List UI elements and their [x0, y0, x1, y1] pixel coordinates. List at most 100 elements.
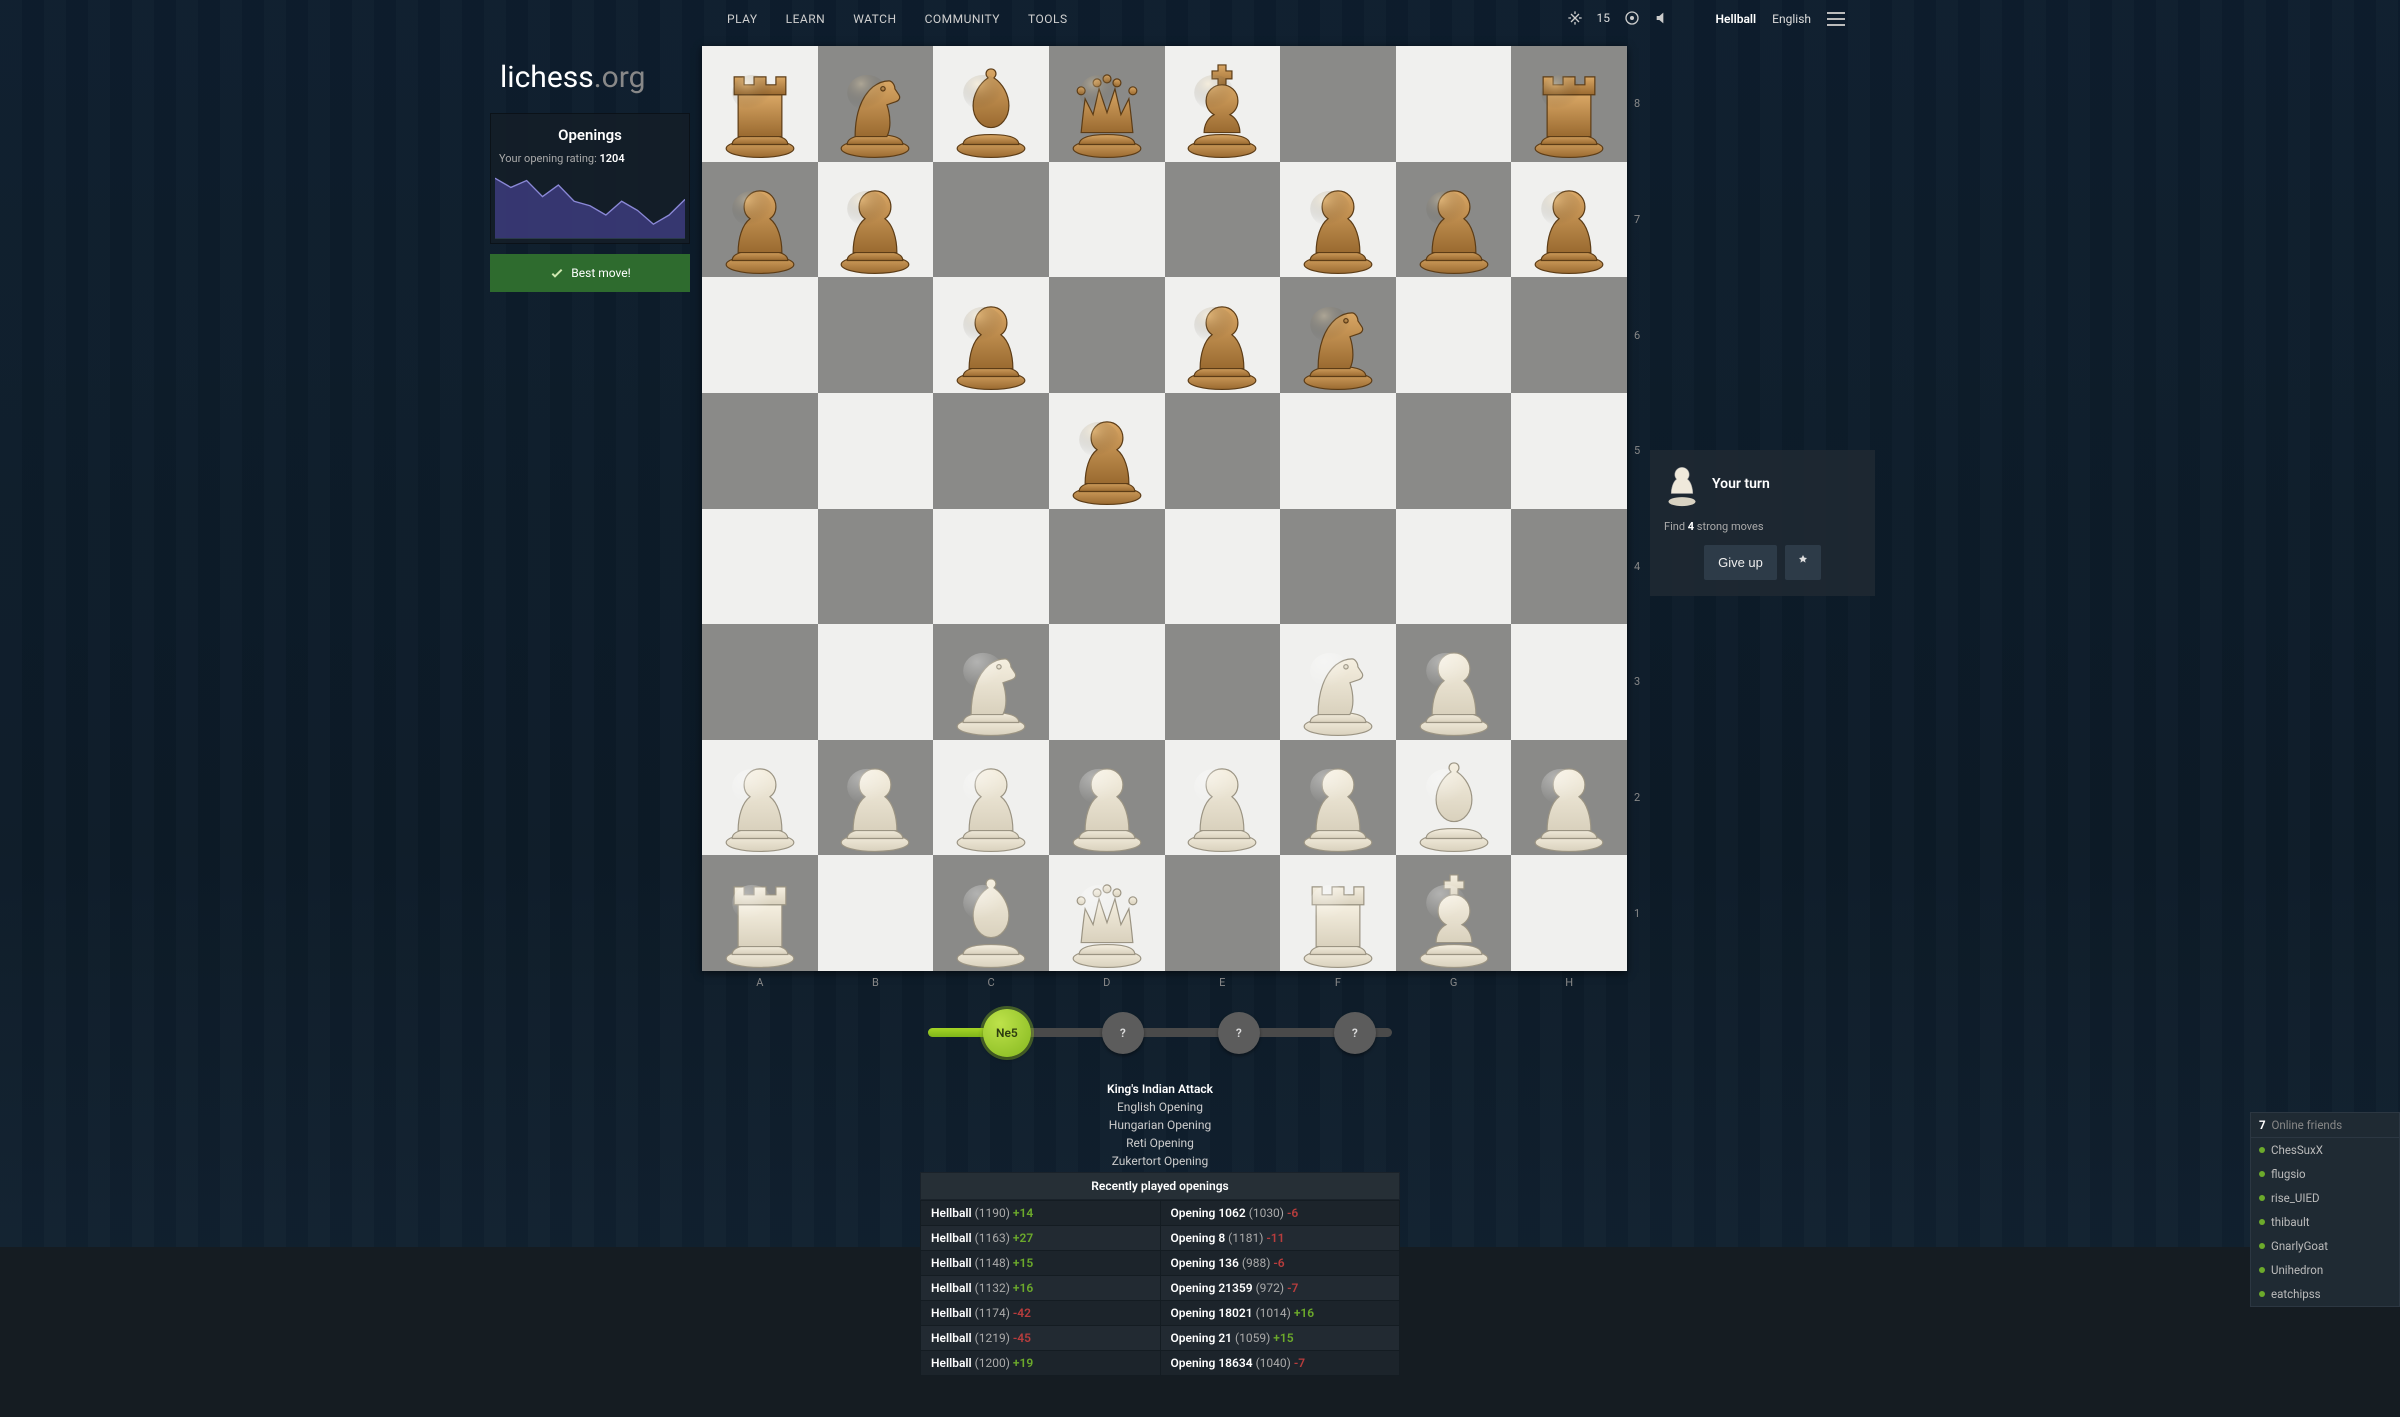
square-e4[interactable] [1165, 509, 1281, 625]
square-a4[interactable] [702, 509, 818, 625]
sound-icon[interactable] [1654, 10, 1670, 26]
square-d3[interactable] [1049, 624, 1165, 740]
piece-black-p[interactable] [941, 270, 1040, 386]
square-h6[interactable] [1511, 277, 1627, 393]
square-f7[interactable] [1280, 162, 1396, 278]
piece-white-b[interactable] [941, 848, 1040, 964]
square-h7[interactable] [1511, 162, 1627, 278]
square-d7[interactable] [1049, 162, 1165, 278]
square-a3[interactable] [702, 624, 818, 740]
square-b6[interactable] [818, 277, 934, 393]
friend-item[interactable]: rise_UIED [2251, 1186, 2399, 1210]
square-a6[interactable] [702, 277, 818, 393]
nav-community[interactable]: COMMUNITY [925, 12, 1000, 26]
square-d5[interactable] [1049, 393, 1165, 509]
piece-black-p[interactable] [1288, 155, 1387, 271]
square-b3[interactable] [818, 624, 934, 740]
piece-white-p[interactable] [1057, 733, 1156, 849]
square-h4[interactable] [1511, 509, 1627, 625]
piece-white-r[interactable] [710, 848, 809, 964]
friend-item[interactable]: flugsio [2251, 1162, 2399, 1186]
piece-black-p[interactable] [826, 155, 925, 271]
friends-header[interactable]: 7 Online friends [2251, 1113, 2399, 1138]
nav-play[interactable]: PLAY [727, 12, 758, 26]
progress-node-1[interactable]: Ne5 [983, 1009, 1031, 1057]
notifications-icon[interactable] [1624, 10, 1640, 26]
square-e3[interactable] [1165, 624, 1281, 740]
piece-black-p[interactable] [1519, 155, 1618, 271]
nav-learn[interactable]: LEARN [786, 12, 826, 26]
piece-white-n[interactable] [1288, 617, 1387, 733]
piece-white-p[interactable] [1288, 733, 1387, 849]
piece-white-p[interactable] [1173, 733, 1272, 849]
square-d4[interactable] [1049, 509, 1165, 625]
opening-name[interactable]: Reti Opening [920, 1134, 1400, 1152]
piece-white-p[interactable] [941, 733, 1040, 849]
square-d6[interactable] [1049, 277, 1165, 393]
username-link[interactable]: Hellball [1716, 12, 1757, 26]
recent-row[interactable]: Hellball (1200) +19Opening 18634 (1040) … [921, 1351, 1400, 1376]
square-f6[interactable] [1280, 277, 1396, 393]
piece-black-b[interactable] [941, 39, 1040, 155]
square-d2[interactable] [1049, 740, 1165, 856]
piece-white-p[interactable] [710, 733, 809, 849]
recent-row[interactable]: Hellball (1163) +27Opening 8 (1181) -11 [921, 1226, 1400, 1251]
square-b5[interactable] [818, 393, 934, 509]
piece-white-b[interactable] [1404, 733, 1503, 849]
piece-black-p[interactable] [1173, 270, 1272, 386]
square-a1[interactable] [702, 855, 818, 971]
square-h8[interactable] [1511, 46, 1627, 162]
friend-item[interactable]: eatchipss [2251, 1282, 2399, 1306]
square-h1[interactable] [1511, 855, 1627, 971]
square-c5[interactable] [933, 393, 1049, 509]
friends-panel[interactable]: 7 Online friends ChesSuxXflugsiorise_UIE… [2250, 1112, 2400, 1307]
piece-black-k[interactable] [1173, 39, 1272, 155]
progress-node-4[interactable]: ? [1334, 1012, 1376, 1054]
square-c6[interactable] [933, 277, 1049, 393]
square-b7[interactable] [818, 162, 934, 278]
square-h5[interactable] [1511, 393, 1627, 509]
piece-white-q[interactable] [1057, 848, 1156, 964]
square-f1[interactable] [1280, 855, 1396, 971]
square-f4[interactable] [1280, 509, 1396, 625]
piece-black-r[interactable] [710, 39, 809, 155]
recent-row[interactable]: Hellball (1132) +16Opening 21359 (972) -… [921, 1276, 1400, 1301]
square-g3[interactable] [1396, 624, 1512, 740]
square-c4[interactable] [933, 509, 1049, 625]
friend-item[interactable]: ChesSuxX [2251, 1138, 2399, 1162]
opening-name[interactable]: Hungarian Opening [920, 1116, 1400, 1134]
friend-item[interactable]: thibault [2251, 1210, 2399, 1234]
piece-black-n[interactable] [826, 39, 925, 155]
piece-white-r[interactable] [1288, 848, 1387, 964]
square-e2[interactable] [1165, 740, 1281, 856]
square-a5[interactable] [702, 393, 818, 509]
opening-name[interactable]: King's Indian Attack [920, 1080, 1400, 1098]
challenges-icon[interactable] [1567, 10, 1583, 26]
site-logo[interactable]: lichess.org [500, 60, 645, 95]
square-e1[interactable] [1165, 855, 1281, 971]
square-c8[interactable] [933, 46, 1049, 162]
piece-black-n[interactable] [1288, 270, 1387, 386]
square-b2[interactable] [818, 740, 934, 856]
recent-row[interactable]: Hellball (1190) +14Opening 1062 (1030) -… [921, 1201, 1400, 1226]
square-b1[interactable] [818, 855, 934, 971]
progress-node-2[interactable]: ? [1102, 1012, 1144, 1054]
hamburger-icon[interactable] [1827, 12, 1845, 26]
opening-name[interactable]: Zukertort Opening [920, 1152, 1400, 1170]
recent-row[interactable]: Hellball (1148) +15Opening 136 (988) -6 [921, 1251, 1400, 1276]
square-e5[interactable] [1165, 393, 1281, 509]
square-f3[interactable] [1280, 624, 1396, 740]
friend-item[interactable]: GnarlyGoat [2251, 1234, 2399, 1258]
square-a7[interactable] [702, 162, 818, 278]
square-c2[interactable] [933, 740, 1049, 856]
piece-white-p[interactable] [1519, 733, 1618, 849]
square-b8[interactable] [818, 46, 934, 162]
square-b4[interactable] [818, 509, 934, 625]
square-g5[interactable] [1396, 393, 1512, 509]
nav-tools[interactable]: TOOLS [1028, 12, 1068, 26]
square-g4[interactable] [1396, 509, 1512, 625]
square-g6[interactable] [1396, 277, 1512, 393]
square-d8[interactable] [1049, 46, 1165, 162]
square-f5[interactable] [1280, 393, 1396, 509]
nav-watch[interactable]: WATCH [853, 12, 896, 26]
